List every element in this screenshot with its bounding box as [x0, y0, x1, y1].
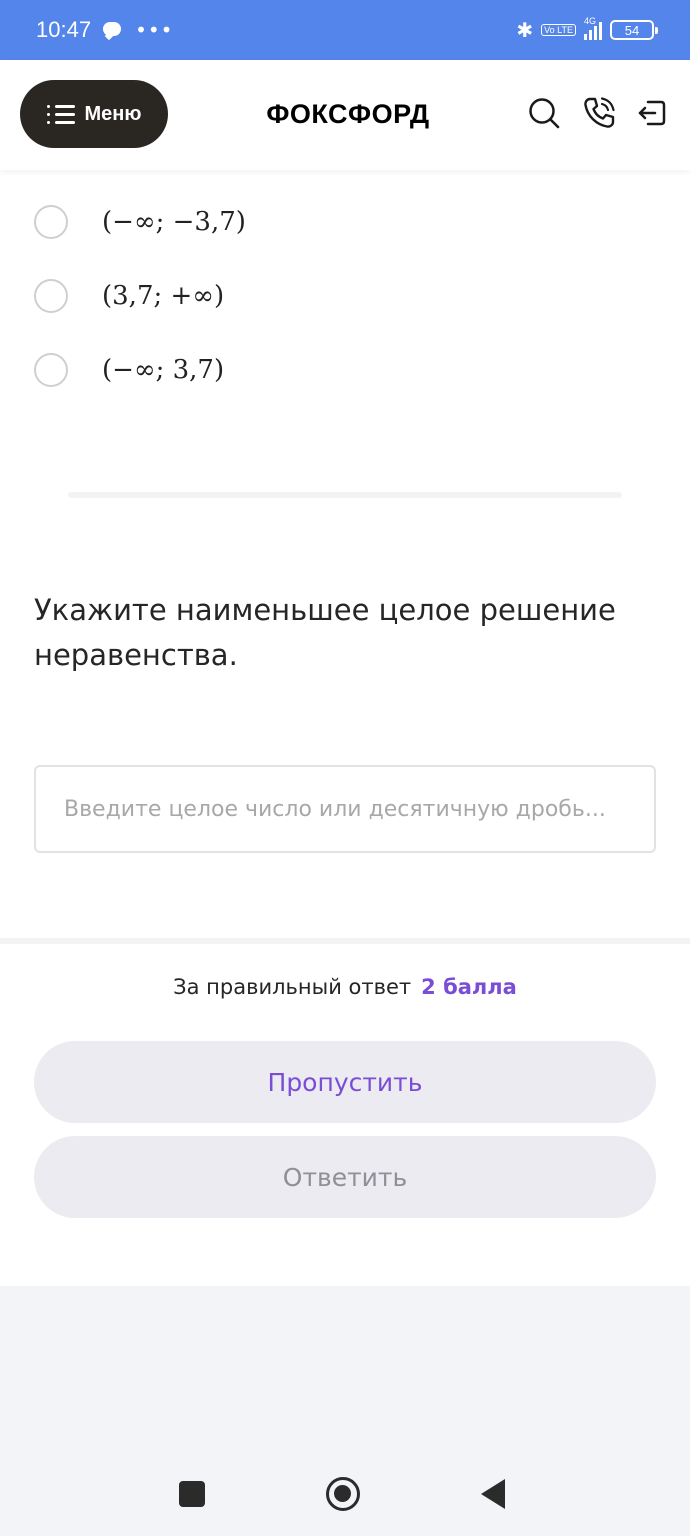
volte-icon: Vo LTE	[541, 24, 576, 36]
chat-notification-icon	[103, 22, 123, 38]
menu-label: Меню	[84, 102, 142, 125]
signal-icon: 4G	[584, 16, 602, 40]
section-divider	[68, 492, 622, 498]
network-type-label: 4G	[584, 16, 597, 26]
status-time: 10:47	[36, 17, 92, 42]
bluetooth-icon: ✱	[516, 18, 534, 42]
app-header: Меню ФОКСФОРД	[0, 60, 690, 170]
battery-icon: 54	[610, 20, 658, 40]
phone-icon[interactable]	[581, 95, 617, 131]
option-1[interactable]: (−∞; −3,7)	[34, 185, 246, 259]
home-icon[interactable]	[326, 1477, 360, 1511]
logout-icon[interactable]	[634, 95, 670, 131]
menu-icon	[46, 103, 75, 125]
footer-divider	[0, 938, 690, 944]
skip-button[interactable]: Пропустить	[34, 1041, 656, 1123]
answer-button[interactable]: Ответить	[34, 1136, 656, 1218]
option-2[interactable]: (3,7; +∞)	[34, 259, 224, 333]
option-label: (−∞; 3,7)	[102, 355, 225, 385]
status-bar: 10:47 ••• ✱ Vo LTE 4G 54	[0, 0, 690, 60]
points-value: 2 балла	[421, 975, 517, 999]
foxford-logo[interactable]: ФОКСФОРД	[262, 94, 434, 134]
battery-level: 54	[624, 22, 640, 38]
points-label: За правильный ответ	[173, 975, 412, 999]
more-notifications-icon: •••	[135, 18, 174, 42]
back-icon[interactable]	[481, 1479, 505, 1509]
radio-button[interactable]	[34, 353, 68, 387]
points-info: За правильный ответ 2 балла	[0, 975, 690, 999]
status-indicators: ✱ Vo LTE 4G 54	[516, 16, 658, 42]
recent-apps-icon[interactable]	[179, 1481, 205, 1507]
menu-button[interactable]: Меню	[20, 80, 168, 148]
search-icon[interactable]	[526, 95, 562, 131]
answer-input[interactable]	[34, 765, 656, 853]
option-label: (3,7; +∞)	[102, 281, 225, 311]
option-3[interactable]: (−∞; 3,7)	[34, 333, 224, 407]
radio-button[interactable]	[34, 279, 68, 313]
question-text: Укажите наименьшее целое решение неравен…	[34, 593, 616, 672]
option-label: (−∞; −3,7)	[102, 207, 246, 237]
radio-button[interactable]	[34, 205, 68, 239]
